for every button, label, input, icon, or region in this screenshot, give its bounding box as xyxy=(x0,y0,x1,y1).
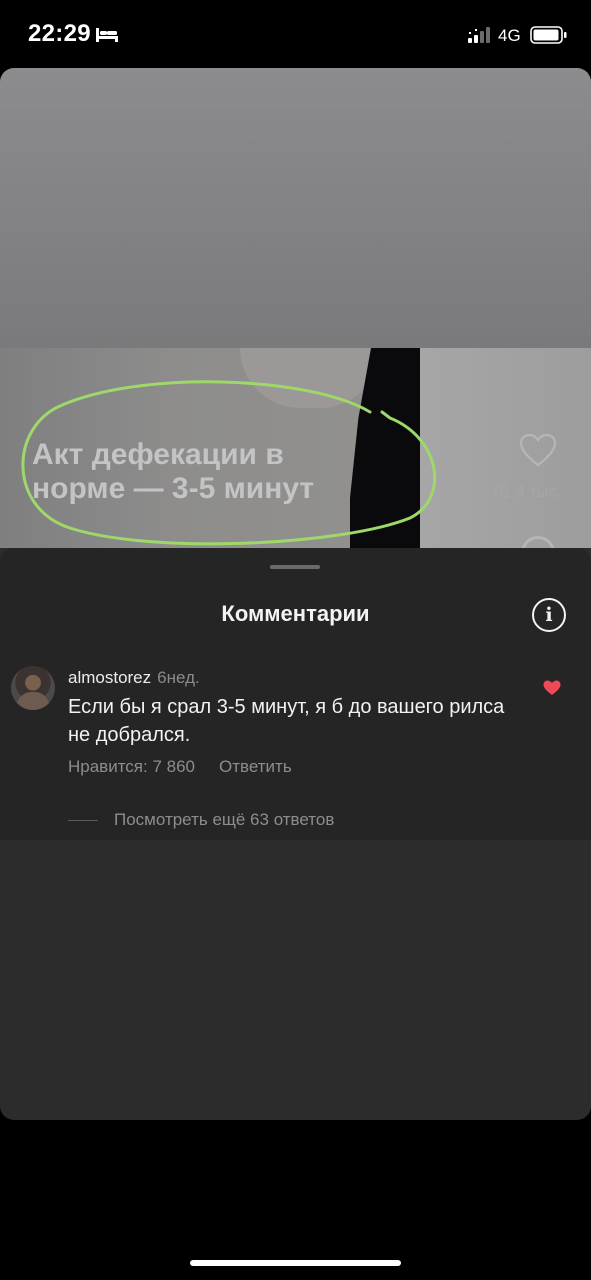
reel-card: Акт дефекации в норме — 3-5 минут 61,4 т… xyxy=(0,68,591,1120)
video-top-area xyxy=(0,68,591,348)
reply-button[interactable]: Ответить xyxy=(219,757,292,776)
signal-icon xyxy=(468,27,490,43)
highlight-circle xyxy=(21,380,437,546)
video-figure-coat xyxy=(420,348,591,548)
comment-likes-count[interactable]: Нравится: 7 860 xyxy=(68,757,195,776)
view-replies-divider xyxy=(68,819,98,821)
comment-meta: almostorez 6нед. xyxy=(68,668,200,688)
home-indicator[interactable] xyxy=(190,1260,401,1266)
network-label: 4G xyxy=(498,26,521,45)
avatar[interactable] xyxy=(11,666,55,710)
battery-icon xyxy=(530,26,567,44)
heart-icon[interactable] xyxy=(520,434,556,468)
comments-title: Комментарии xyxy=(221,601,370,626)
comment-time: 6нед. xyxy=(157,668,200,687)
view-replies-button[interactable]: Посмотреть ещё 63 ответов xyxy=(68,810,334,830)
comment-username[interactable]: almostorez xyxy=(68,668,151,687)
avatar-figure xyxy=(17,692,49,710)
bed-icon xyxy=(96,28,118,42)
comment-item: almostorez 6нед. Если бы я срал 3-5 минут… xyxy=(0,660,591,840)
drag-handle[interactable] xyxy=(270,565,320,569)
status-bar: 22:29 4G xyxy=(0,0,591,68)
video-frame[interactable]: Акт дефекации в норме — 3-5 минут 61,4 т… xyxy=(0,348,591,548)
video-like-count: 61,4 тыс. xyxy=(494,484,561,501)
heart-filled-icon[interactable] xyxy=(543,680,561,696)
comment-actions: Нравится: 7 860 Ответить xyxy=(68,757,292,777)
info-button[interactable]: i xyxy=(532,598,566,632)
status-time: 22:29 xyxy=(28,20,91,47)
comments-sheet: Комментарии i almostorez 6нед. Если бы я … xyxy=(0,548,591,840)
info-icon: i xyxy=(545,603,553,626)
view-replies-label: Посмотреть ещё 63 ответов xyxy=(114,810,335,829)
comment-text: Если бы я срал 3-5 минут, я б до вашего … xyxy=(68,696,505,746)
